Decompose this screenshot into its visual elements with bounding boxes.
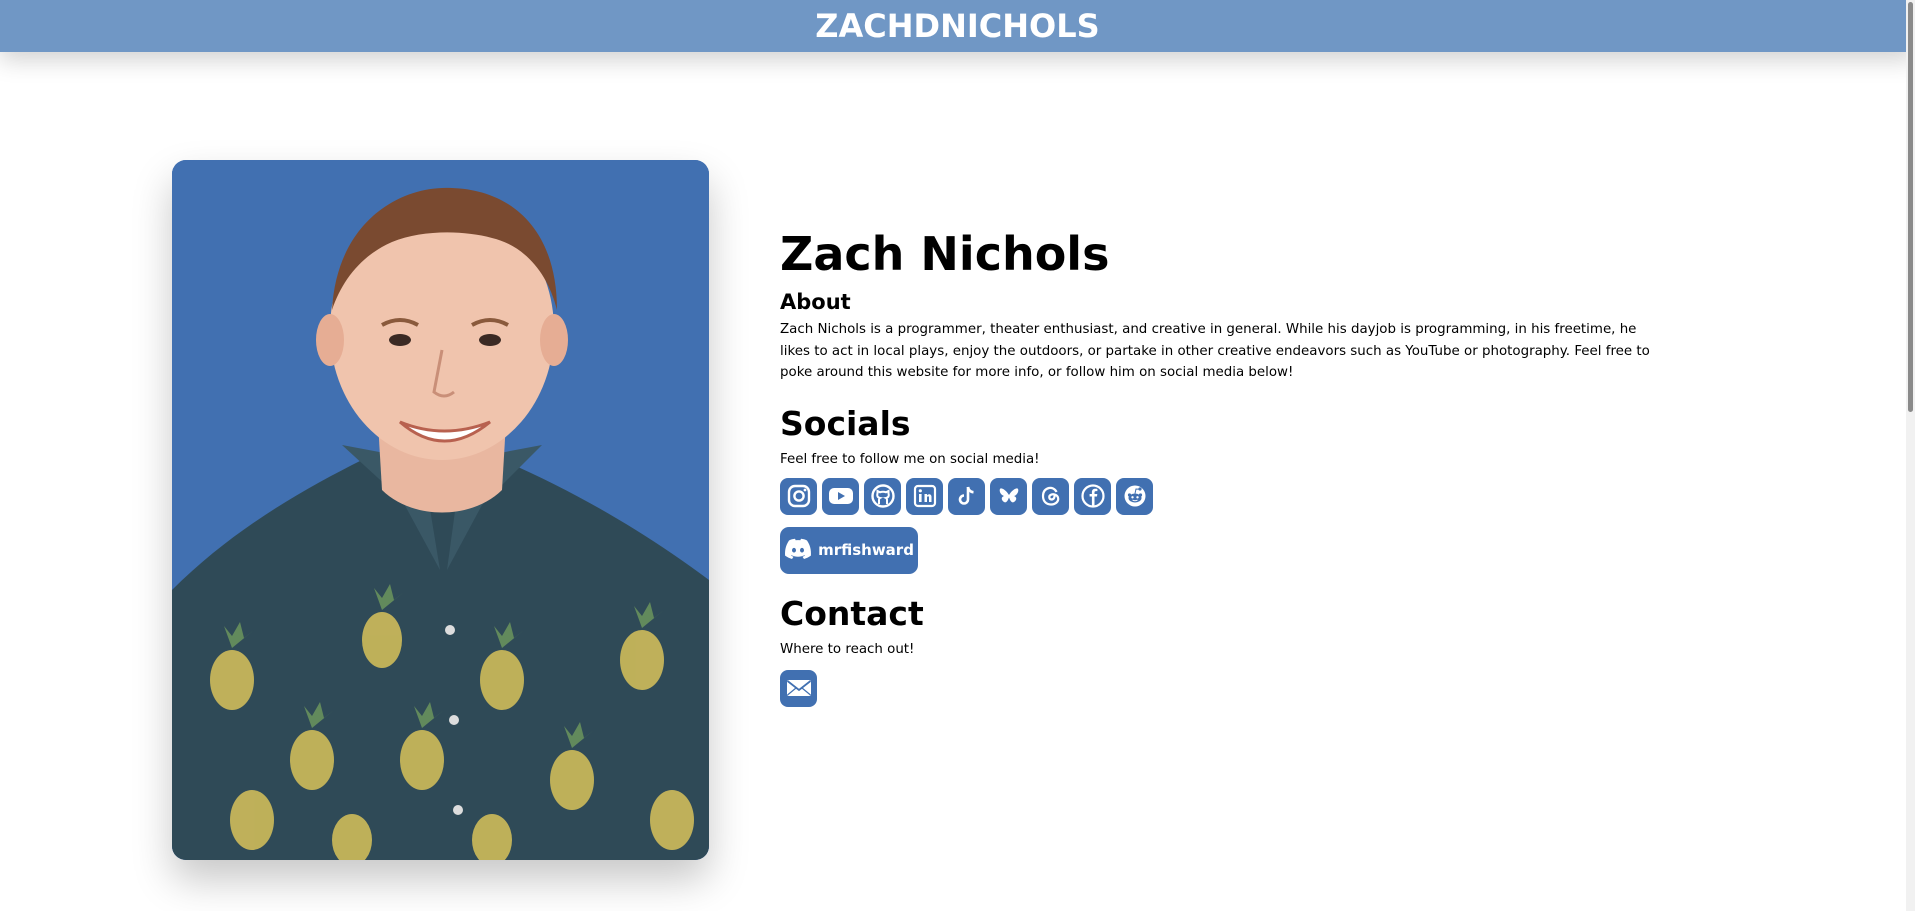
scrollbar[interactable] (1906, 0, 1915, 911)
discord-button[interactable]: mrfishward (780, 526, 918, 574)
linkedin-icon[interactable] (906, 477, 943, 515)
bluesky-icon[interactable] (990, 477, 1027, 515)
reddit-icon[interactable] (1116, 477, 1153, 515)
site-header: ZACHDNICHOLS (0, 0, 1915, 52)
discord-icon (784, 537, 812, 563)
tiktok-icon[interactable] (948, 477, 985, 515)
threads-icon[interactable] (1032, 477, 1069, 515)
social-icons (780, 477, 1670, 515)
profile-name: Zach Nichols (780, 227, 1110, 281)
instagram-icon[interactable] (780, 477, 817, 515)
profile-photo (172, 160, 709, 860)
github-icon[interactable] (864, 477, 901, 515)
discord-handle: mrfishward (818, 541, 914, 559)
contact-icons (780, 669, 1670, 707)
about-heading: About (780, 290, 851, 314)
scrollbar-thumb[interactable] (1908, 2, 1913, 412)
site-title[interactable]: ZACHDNICHOLS (815, 7, 1099, 45)
profile-content: Zach Nichols About Zach Nichols is a pro… (780, 225, 1670, 707)
socials-subtitle: Feel free to follow me on social media! (780, 451, 1040, 467)
contact-heading: Contact (780, 593, 924, 633)
facebook-icon[interactable] (1074, 477, 1111, 515)
contact-subtitle: Where to reach out! (780, 641, 915, 657)
youtube-icon[interactable] (822, 477, 859, 515)
socials-heading: Socials (780, 403, 911, 443)
mail-icon[interactable] (780, 669, 817, 707)
about-text: Zach Nichols is a programmer, theater en… (780, 322, 1650, 380)
